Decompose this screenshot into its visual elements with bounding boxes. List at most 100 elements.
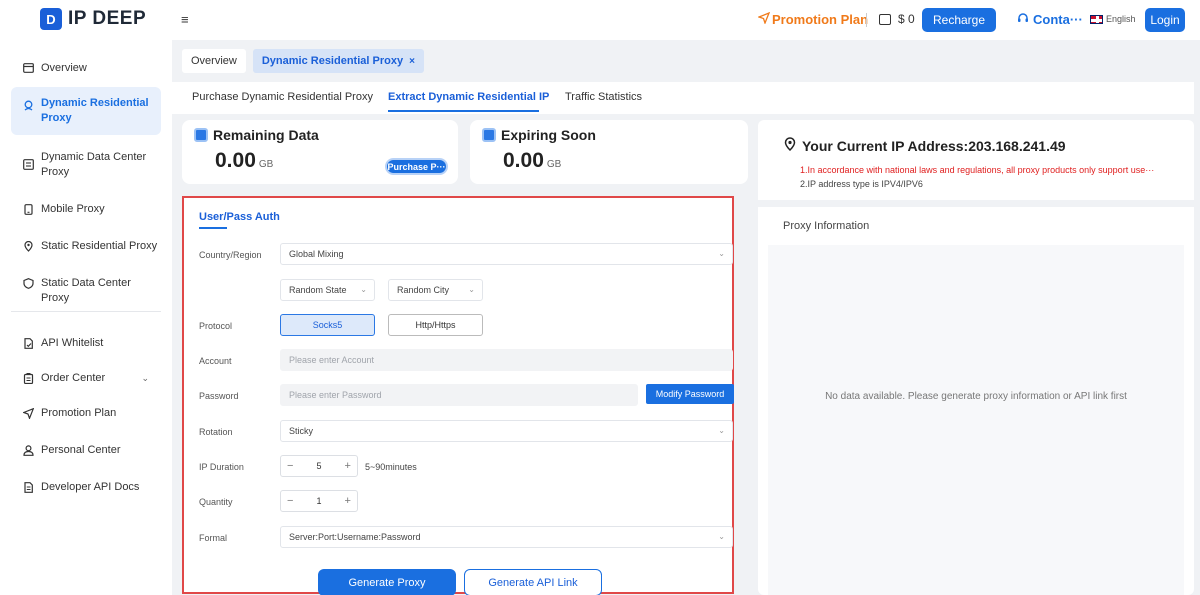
auth-tab-underline [199,227,227,229]
subnav-traffic-statistics[interactable]: Traffic Statistics [565,91,642,103]
rotation-label: Rotation [199,427,233,437]
current-ip-title: Your Current IP Address:203.168.241.49 [783,137,1066,154]
sidebar-item-personal-center[interactable]: Personal Center [11,443,161,458]
stat-title-text: Remaining Data [213,127,319,143]
protocol-http[interactable]: Http/Https [388,314,483,336]
proxy-output-area: No data available. Please generate proxy… [768,245,1184,595]
modify-password-button[interactable]: Modify Password [646,384,734,404]
send-icon [757,11,771,27]
quantity-stepper[interactable]: − 1 + [280,490,358,512]
menu-toggle-icon[interactable]: ≡ [181,12,189,27]
plus-icon[interactable]: + [345,460,351,472]
sidebar-item-mobile[interactable]: Mobile Proxy [11,202,161,217]
rotation-select[interactable]: Sticky ⌄ [280,420,733,442]
chevron-down-icon: ⌄ [718,249,725,258]
tab-overview[interactable]: Overview [182,49,246,73]
remaining-data-value: 0.00 GB [215,149,273,173]
subnav-purchase[interactable]: Purchase Dynamic Residential Proxy [192,91,373,103]
close-icon[interactable]: × [409,56,415,67]
expiring-soon-card: Expiring Soon 0.00 GB [470,120,748,184]
duration-label: IP Duration [199,462,244,472]
sidebar-item-api-whitelist[interactable]: API Whitelist [11,336,161,351]
duration-range: 5~90minutes [365,462,417,472]
tab-dynamic-residential-proxy[interactable]: Dynamic Residential Proxy × [252,49,424,73]
promotion-link[interactable]: Promotion Plan [757,11,868,27]
account-input[interactable]: Please enter Account [280,349,733,371]
chevron-down-icon: ⌄ [718,532,725,541]
sidebar-item-overview[interactable]: Overview [11,61,161,76]
minus-icon[interactable]: − [287,495,293,507]
mobile-icon [22,203,34,215]
sidebar: Overview Dynamic Residential Proxy Dynam… [0,40,172,595]
protocol-label: Protocol [199,321,233,331]
minus-icon[interactable]: − [287,460,293,472]
sidebar-item-promotion-plan[interactable]: Promotion Plan [11,406,161,421]
quantity-value: 1 [316,496,322,506]
expiring-soon-title: Expiring Soon [482,127,596,143]
duration-value: 5 [316,461,322,471]
sidebar-item-label: Static Data Center Proxy [41,277,131,304]
account-label: Account [199,356,232,366]
sidebar-item-dynamic-datacenter[interactable]: Dynamic Data Center Proxy [11,150,161,180]
rotation-value: Sticky [289,426,314,436]
contact-label: Conta··· [1033,12,1083,27]
country-select[interactable]: Global Mixing ⌄ [280,243,733,265]
sidebar-item-order-center[interactable]: Order Center ⌄ [11,371,161,386]
proxy-information-title: Proxy Information [783,220,870,232]
country-label: Country/Region [199,250,262,260]
sidebar-item-label: Order Center [41,372,106,384]
sidebar-item-label: Developer API Docs [41,481,140,493]
password-input[interactable]: Please enter Password [280,384,638,406]
password-label: Password [199,391,239,401]
datacenter-icon [22,158,34,170]
sidebar-item-label: API Whitelist [41,337,104,349]
generate-api-link-button[interactable]: Generate API Link [464,569,602,595]
send-icon [22,407,34,419]
sidebar-item-dynamic-residential[interactable]: Dynamic Residential Proxy [11,87,161,135]
data-icon [482,128,496,142]
chevron-down-icon: ⌄ [468,285,475,294]
stat-unit: GB [258,159,274,170]
format-select[interactable]: Server:Port:Username:Password ⌄ [280,526,733,548]
logo-text: IP DEEP [68,8,147,29]
city-select[interactable]: Random City ⌄ [388,279,483,301]
city-value: Random City [397,285,450,295]
language-selector[interactable]: English [1090,14,1136,24]
sidebar-item-label: Promotion Plan [41,407,117,419]
location-icon [22,240,34,252]
ip-info-panel: Your Current IP Address:203.168.241.49 1… [758,120,1194,595]
sidebar-item-static-datacenter[interactable]: Static Data Center Proxy [11,276,161,306]
plus-icon[interactable]: + [345,495,351,507]
subnav-extract[interactable]: Extract Dynamic Residential IP [388,91,549,103]
sidebar-item-static-residential[interactable]: Static Residential Proxy [11,239,161,254]
protocol-socks5[interactable]: Socks5 [280,314,375,336]
data-icon [194,128,208,142]
header-divider [866,13,867,27]
login-button[interactable]: Login [1145,8,1185,32]
user-icon [22,444,34,456]
auth-tab-userpass[interactable]: User/Pass Auth [199,211,280,223]
order-icon [22,372,34,384]
logo[interactable]: D IP DEEP [40,8,146,30]
recharge-button[interactable]: Recharge [922,8,996,32]
remaining-data-card: Remaining Data 0.00 GB Purchase P··· [182,120,458,184]
state-value: Random State [289,285,347,295]
wallet-balance: $ 0 [879,12,915,26]
sidebar-item-label: Static Residential Proxy [41,240,158,252]
location-icon [783,137,797,154]
whitelist-icon [22,337,34,349]
no-data-message: No data available. Please generate proxy… [825,391,1127,402]
duration-stepper[interactable]: − 5 + [280,455,358,477]
sidebar-item-label: Mobile Proxy [41,203,105,215]
sidebar-item-developer-api-docs[interactable]: Developer API Docs [11,480,161,495]
tab-label: Dynamic Residential Proxy [261,55,404,67]
generate-proxy-button[interactable]: Generate Proxy [318,569,456,595]
headset-icon [1017,12,1029,27]
sidebar-item-label: Personal Center [41,444,121,456]
purchase-button[interactable]: Purchase P··· [385,158,448,175]
contact-link[interactable]: Conta··· [1017,12,1083,27]
stat-title-text: Expiring Soon [501,127,596,143]
shield-icon [22,277,34,289]
page-tabs: Overview Dynamic Residential Proxy × [182,49,424,73]
state-select[interactable]: Random State ⌄ [280,279,375,301]
